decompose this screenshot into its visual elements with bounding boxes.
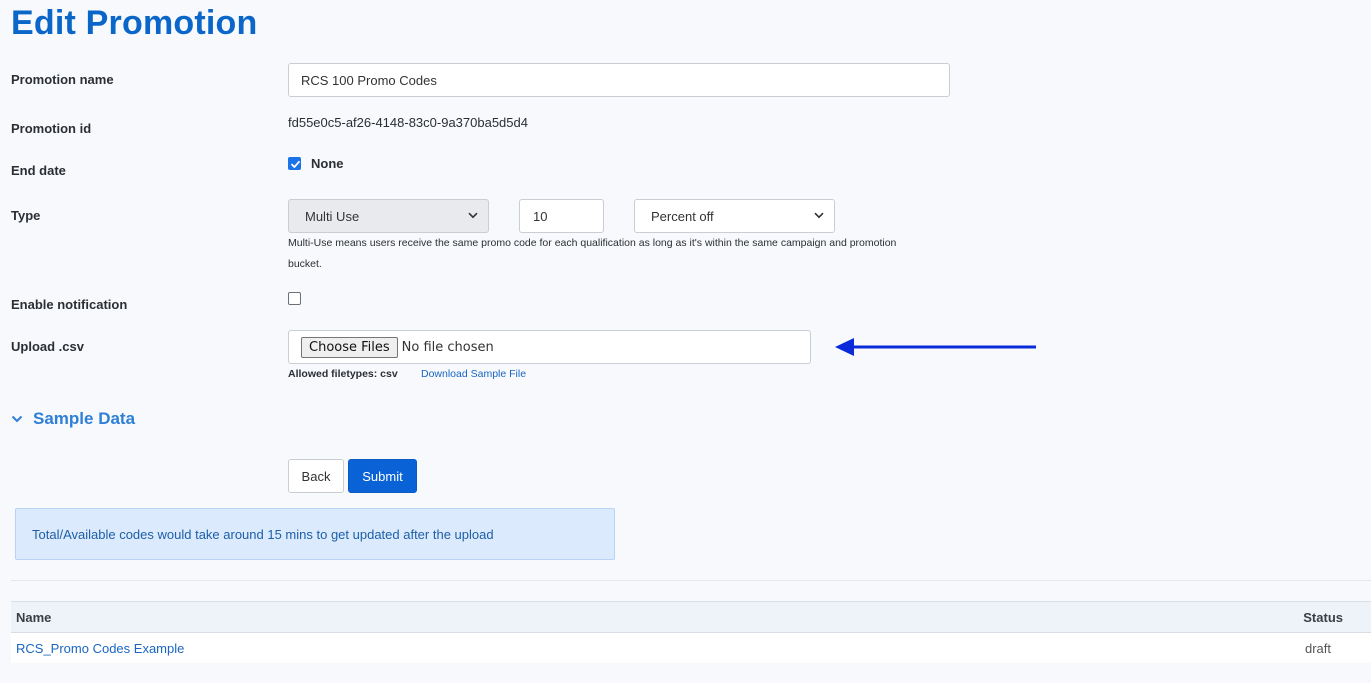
promotion-name-label: Promotion name	[11, 72, 114, 87]
sample-data-label: Sample Data	[33, 409, 136, 428]
use-type-value: Multi Use	[305, 208, 360, 224]
allowed-filetypes-text: Allowed filetypes: csv	[288, 368, 398, 380]
back-button[interactable]: Back	[288, 459, 344, 493]
promo-codes-table: Name Status RCS_Promo Codes Example draf…	[11, 601, 1371, 663]
chevron-down-icon	[468, 211, 478, 222]
info-alert: Total/Available codes would take around …	[15, 508, 615, 560]
promotion-id-label: Promotion id	[11, 121, 92, 136]
chevron-down-icon	[814, 211, 824, 222]
row-name-link[interactable]: RCS_Promo Codes Example	[16, 641, 184, 656]
file-upload-input[interactable]: Choose Files No file chosen	[288, 330, 811, 364]
enable-notification-checkbox[interactable]	[288, 292, 301, 305]
end-date-label: End date	[11, 163, 66, 178]
left-arrow-icon	[835, 338, 1036, 356]
column-header-status[interactable]: Status	[1303, 610, 1343, 625]
page-title: Edit Promotion	[11, 4, 258, 42]
use-type-select[interactable]: Multi Use	[288, 199, 489, 233]
end-date-none-label: None	[311, 156, 344, 171]
check-icon	[291, 160, 300, 168]
promotion-id-value: fd55e0c5-af26-4148-83c0-9a370ba5d5d4	[288, 115, 528, 130]
table-row: RCS_Promo Codes Example draft	[11, 633, 1371, 663]
choose-files-button[interactable]: Choose Files	[301, 336, 398, 358]
enable-notification-label: Enable notification	[11, 297, 128, 312]
info-message: Total/Available codes would take around …	[32, 526, 494, 542]
sample-data-toggle[interactable]: Sample Data	[11, 409, 135, 429]
discount-type-value: Percent off	[651, 208, 714, 224]
discount-type-select[interactable]: Percent off	[634, 199, 835, 233]
table-header: Name Status	[11, 601, 1371, 633]
submit-button[interactable]: Submit	[348, 459, 417, 493]
column-header-name[interactable]: Name	[16, 610, 51, 625]
promotion-name-input[interactable]: RCS 100 Promo Codes	[288, 63, 950, 97]
download-sample-link[interactable]: Download Sample File	[421, 368, 526, 380]
chevron-down-icon	[11, 415, 23, 423]
end-date-none-checkbox[interactable]	[288, 157, 301, 170]
type-label: Type	[11, 208, 41, 223]
amount-input[interactable]: 10	[519, 199, 604, 233]
no-file-text: No file chosen	[401, 339, 494, 355]
divider	[11, 580, 1371, 581]
upload-csv-label: Upload .csv	[11, 339, 84, 354]
type-helper-text: Multi-Use means users receive the same p…	[288, 237, 897, 270]
row-status: draft	[1304, 640, 1331, 656]
